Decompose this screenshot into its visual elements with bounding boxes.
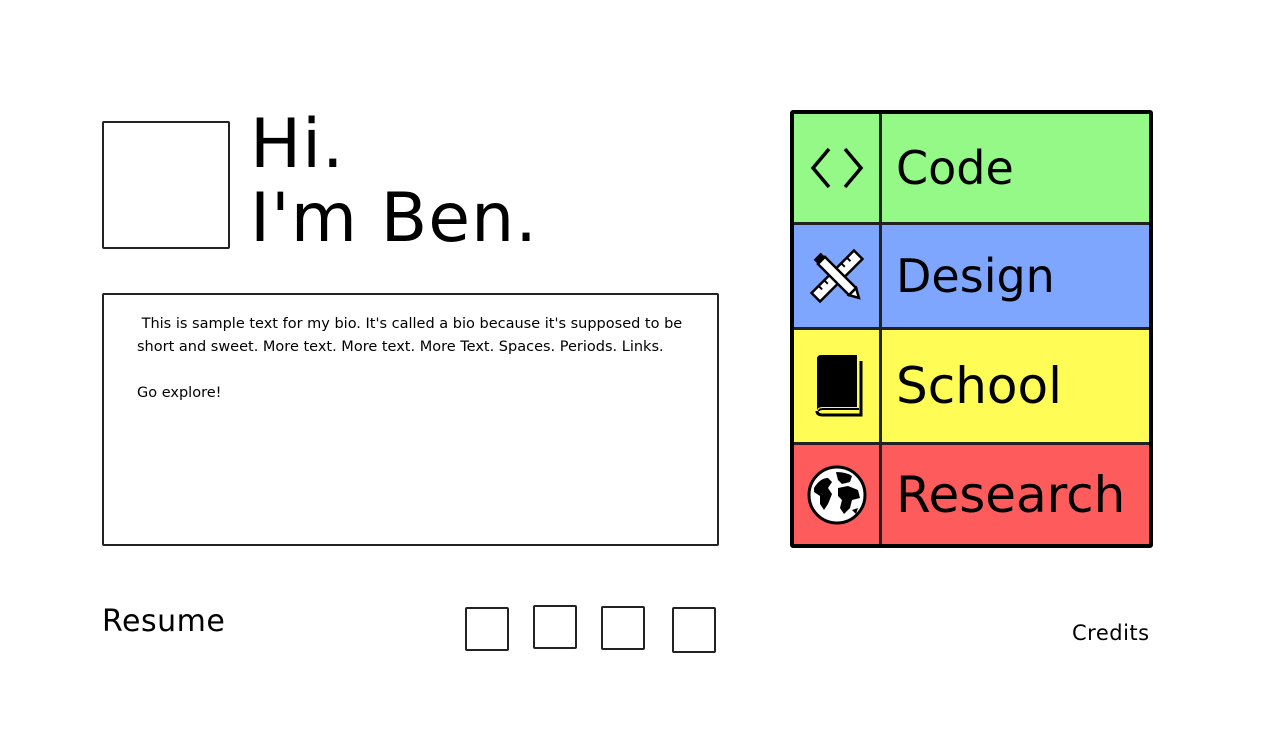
social-link-1[interactable] [465, 607, 509, 651]
social-link-2[interactable] [533, 605, 577, 649]
bio-call-to-action: Go explore! [137, 385, 222, 401]
social-link-3[interactable] [601, 606, 645, 650]
social-link-4[interactable] [672, 607, 716, 653]
menu-item-school-icon-cell [794, 330, 882, 442]
category-menu: Code Design School Research [790, 110, 1153, 548]
globe-icon [807, 465, 866, 524]
greeting-heading: Hi. I'm Ben. [250, 108, 538, 256]
menu-item-design-icon-cell [794, 225, 882, 327]
book-icon [815, 355, 862, 417]
resume-link[interactable]: Resume [102, 604, 225, 639]
menu-item-code-label: Code [896, 141, 1014, 195]
menu-item-research-icon-cell [794, 445, 882, 544]
menu-item-design-label: Design [896, 249, 1055, 303]
code-brackets-icon [810, 147, 863, 189]
avatar [102, 121, 230, 249]
menu-item-research[interactable]: Research [794, 442, 1149, 544]
menu-item-school-label: School [896, 357, 1062, 415]
menu-item-research-label: Research [896, 465, 1126, 524]
menu-item-code[interactable]: Code [794, 114, 1149, 222]
bio-paragraph: This is sample text for my bio. It's cal… [137, 316, 687, 355]
credits-link[interactable]: Credits [1072, 621, 1150, 645]
pencil-ruler-icon [809, 248, 864, 304]
menu-item-design[interactable]: Design [794, 222, 1149, 327]
greeting-line-1: Hi. [250, 105, 345, 184]
menu-item-code-icon-cell [794, 114, 882, 222]
greeting-line-2: I'm Ben. [250, 179, 538, 258]
bio-panel: This is sample text for my bio. It's cal… [102, 293, 719, 546]
menu-item-school[interactable]: School [794, 327, 1149, 442]
